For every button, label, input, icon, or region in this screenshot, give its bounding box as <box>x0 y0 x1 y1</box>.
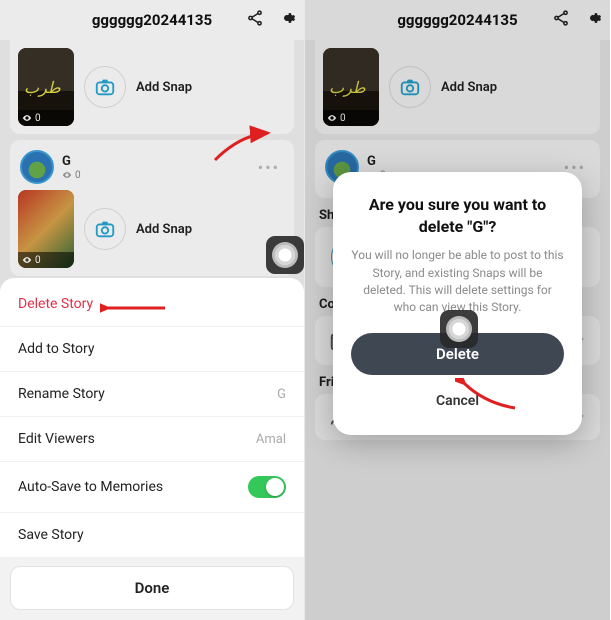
sheet-delete-story[interactable]: Delete Story <box>0 282 304 327</box>
cancel-button[interactable]: Cancel <box>351 385 564 417</box>
sheet-edit-viewers[interactable]: Edit Viewers Amal <box>0 417 304 462</box>
action-sheet: Delete Story Add to Story Rename Story G… <box>0 278 304 620</box>
assistive-touch[interactable] <box>266 236 304 274</box>
assistive-touch[interactable] <box>440 310 478 348</box>
phone-right: gggggg20244135 طرب 0 <box>305 0 610 620</box>
edit-viewers-value: Amal <box>256 432 286 447</box>
sheet-add-to-story[interactable]: Add to Story <box>0 327 304 372</box>
rename-value: G <box>277 387 286 402</box>
sheet-rename-story[interactable]: Rename Story G <box>0 372 304 417</box>
autosave-toggle[interactable] <box>248 476 286 498</box>
confirm-dialog: Are you sure you want to delete "G"? You… <box>333 172 582 435</box>
sheet-save-story[interactable]: Save Story <box>0 513 304 558</box>
phone-left: gggggg20244135 طرب 0 <box>0 0 305 620</box>
dialog-body: You will no longer be able to post to th… <box>351 247 564 317</box>
sheet-autosave[interactable]: Auto-Save to Memories <box>0 462 304 513</box>
done-button[interactable]: Done <box>10 566 294 610</box>
dialog-title: Are you sure you want to delete "G"? <box>351 194 564 237</box>
